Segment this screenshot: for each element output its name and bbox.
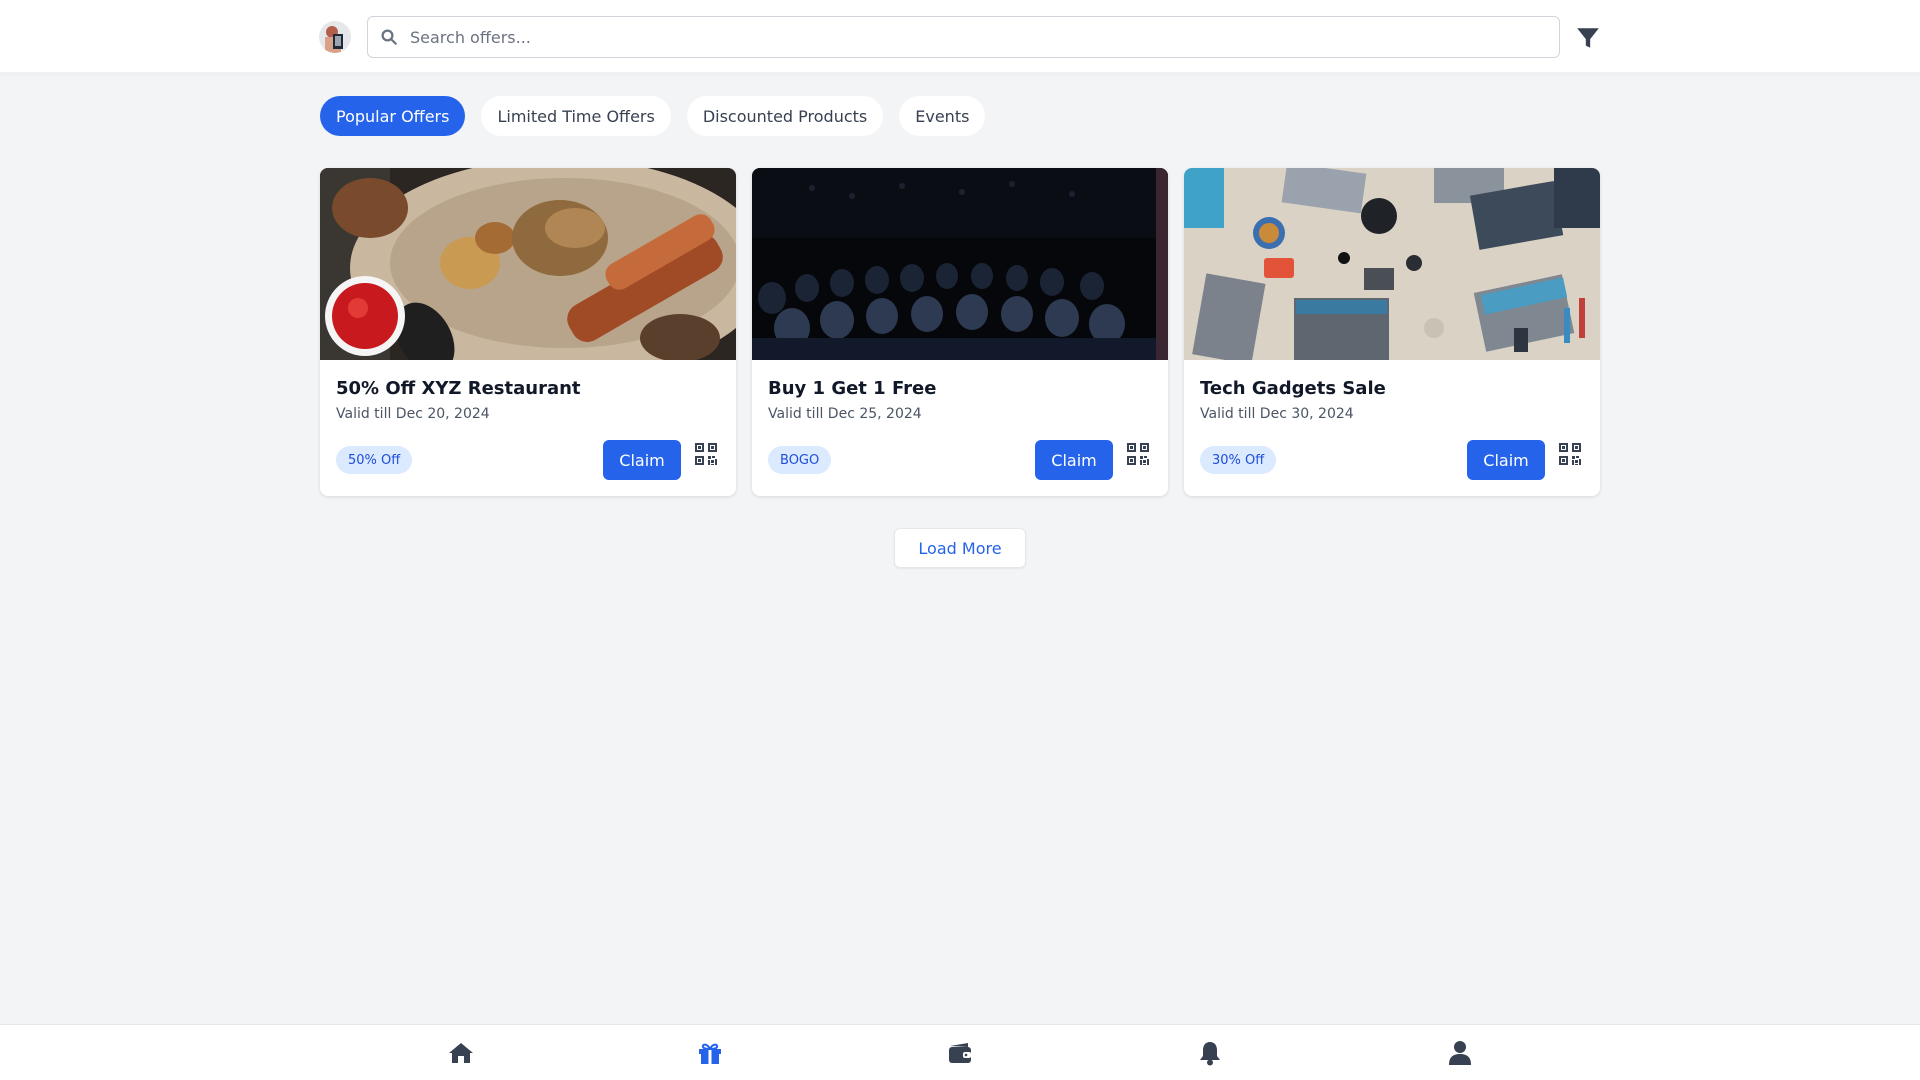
discount-badge: 50% Off [336, 446, 413, 474]
search-input[interactable] [410, 27, 1510, 47]
offer-validity: Valid till Dec 30, 2024 [1200, 406, 1354, 422]
filter-icon[interactable] [1574, 24, 1602, 52]
offer-validity: Valid till Dec 25, 2024 [768, 406, 922, 422]
offer-list: 50% Off XYZ Restaurant Valid till Dec 20… [320, 168, 1600, 496]
claim-button[interactable]: Claim [603, 440, 681, 480]
nav-profile-icon[interactable] [1446, 1039, 1474, 1067]
qr-code-icon[interactable] [1124, 440, 1152, 468]
search-icon [380, 28, 398, 46]
offer-card: 50% Off XYZ Restaurant Valid till Dec 20… [320, 168, 736, 496]
tab-discounted-products[interactable]: Discounted Products [686, 96, 884, 136]
qr-code-icon[interactable] [1556, 440, 1584, 468]
offer-card: Buy 1 Get 1 Free Valid till Dec 25, 2024… [752, 168, 1168, 496]
header [0, 0, 1920, 76]
offer-card: Tech Gadgets Sale Valid till Dec 30, 202… [1184, 168, 1600, 496]
nav-wallet-icon[interactable] [946, 1039, 974, 1067]
bottom-nav [0, 1024, 1920, 1080]
claim-button[interactable]: Claim [1035, 440, 1113, 480]
load-more-button[interactable]: Load More [894, 528, 1026, 568]
category-tabs: Popular Offers Limited Time Offers Disco… [320, 96, 986, 136]
user-avatar[interactable] [319, 21, 351, 53]
qr-code-icon[interactable] [692, 440, 720, 468]
nav-gift-icon[interactable] [696, 1039, 724, 1067]
discount-badge: 30% Off [1200, 446, 1277, 474]
offer-title: Buy 1 Get 1 Free [768, 378, 937, 399]
tab-events[interactable]: Events [899, 96, 986, 136]
offer-title: Tech Gadgets Sale [1200, 378, 1386, 399]
nav-bell-icon[interactable] [1196, 1039, 1224, 1067]
audience-event-image [752, 168, 1168, 360]
laptops-desk-image [1184, 168, 1600, 360]
tab-popular-offers[interactable]: Popular Offers [320, 96, 466, 136]
offer-validity: Valid till Dec 20, 2024 [336, 406, 490, 422]
tab-limited-time-offers[interactable]: Limited Time Offers [481, 96, 671, 136]
nav-home-icon[interactable] [447, 1039, 475, 1067]
claim-button[interactable]: Claim [1467, 440, 1545, 480]
grilled-food-image [320, 168, 736, 360]
search-bar [367, 16, 1560, 58]
discount-badge: BOGO [768, 446, 832, 474]
offer-title: 50% Off XYZ Restaurant [336, 378, 581, 399]
